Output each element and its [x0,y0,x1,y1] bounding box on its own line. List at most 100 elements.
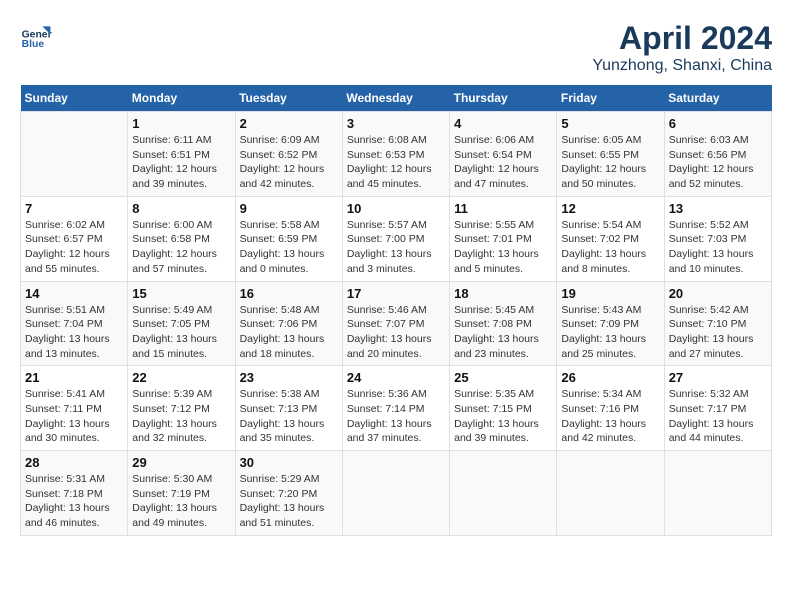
header-row: SundayMondayTuesdayWednesdayThursdayFrid… [21,85,772,112]
calendar-cell: 7 Sunrise: 6:02 AM Sunset: 6:57 PM Daylig… [21,196,128,281]
day-info: Sunrise: 5:38 AM Sunset: 7:13 PM Dayligh… [240,387,338,446]
calendar-cell: 24Sunrise: 5:36 AM Sunset: 7:14 PM Dayli… [342,366,449,451]
day-number: 5 [561,116,659,131]
day-info: Sunrise: 6:11 AM Sunset: 6:51 PM Dayligh… [132,133,230,192]
calendar-cell: 25 Sunrise: 5:35 AM Sunset: 7:15 PM Dayli… [450,366,557,451]
day-info: Sunrise: 5:42 AM Sunset: 7:10 PM Dayligh… [669,303,767,362]
day-number: 2 [240,116,338,131]
weekday-header: Tuesday [235,85,342,112]
calendar-row: 28 Sunrise: 5:31 AM Sunset: 7:18 PM Dayli… [21,451,772,536]
page-title: April 2024 [592,20,772,57]
calendar-cell: 9 Sunrise: 5:58 AM Sunset: 6:59 PM Daylig… [235,196,342,281]
calendar-cell: 18 Sunrise: 5:45 AM Sunset: 7:08 PM Dayli… [450,281,557,366]
day-info: Sunrise: 5:43 AM Sunset: 7:09 PM Dayligh… [561,303,659,362]
day-info: Sunrise: 5:34 AM Sunset: 7:16 PM Dayligh… [561,387,659,446]
day-info: Sunrise: 5:54 AM Sunset: 7:02 PM Dayligh… [561,218,659,277]
calendar-cell: 20 Sunrise: 5:42 AM Sunset: 7:10 PM Dayli… [664,281,771,366]
weekday-header: Thursday [450,85,557,112]
day-number: 4 [454,116,552,131]
calendar-cell [557,451,664,536]
day-number: 21 [25,370,123,385]
day-info: Sunrise: 5:49 AM Sunset: 7:05 PM Dayligh… [132,303,230,362]
weekday-header: Wednesday [342,85,449,112]
day-info: Sunrise: 6:09 AM Sunset: 6:52 PM Dayligh… [240,133,338,192]
day-number: 25 [454,370,552,385]
day-info: Sunrise: 5:32 AM Sunset: 7:17 PM Dayligh… [669,387,767,446]
day-info: Sunrise: 5:51 AM Sunset: 7:04 PM Dayligh… [25,303,123,362]
day-number: 18 [454,286,552,301]
day-number: 8 [132,201,230,216]
calendar-cell: 30 Sunrise: 5:29 AM Sunset: 7:20 PM Dayli… [235,451,342,536]
weekday-header: Saturday [664,85,771,112]
calendar-cell [664,451,771,536]
day-number: 17 [347,286,445,301]
calendar-cell: 21Sunrise: 5:41 AM Sunset: 7:11 PM Dayli… [21,366,128,451]
weekday-header: Monday [128,85,235,112]
day-info: Sunrise: 5:57 AM Sunset: 7:00 PM Dayligh… [347,218,445,277]
day-info: Sunrise: 5:48 AM Sunset: 7:06 PM Dayligh… [240,303,338,362]
day-number: 12 [561,201,659,216]
day-info: Sunrise: 5:52 AM Sunset: 7:03 PM Dayligh… [669,218,767,277]
day-info: Sunrise: 5:58 AM Sunset: 6:59 PM Dayligh… [240,218,338,277]
day-info: Sunrise: 5:46 AM Sunset: 7:07 PM Dayligh… [347,303,445,362]
day-info: Sunrise: 5:45 AM Sunset: 7:08 PM Dayligh… [454,303,552,362]
calendar-cell: 16 Sunrise: 5:48 AM Sunset: 7:06 PM Dayli… [235,281,342,366]
day-info: Sunrise: 6:05 AM Sunset: 6:55 PM Dayligh… [561,133,659,192]
day-number: 13 [669,201,767,216]
calendar-cell: 11 Sunrise: 5:55 AM Sunset: 7:01 PM Dayli… [450,196,557,281]
day-info: Sunrise: 6:06 AM Sunset: 6:54 PM Dayligh… [454,133,552,192]
calendar-cell: 28 Sunrise: 5:31 AM Sunset: 7:18 PM Dayli… [21,451,128,536]
day-info: Sunrise: 6:02 AM Sunset: 6:57 PM Dayligh… [25,218,123,277]
calendar-cell: 4 Sunrise: 6:06 AM Sunset: 6:54 PM Daylig… [450,112,557,197]
calendar-cell: 19Sunrise: 5:43 AM Sunset: 7:09 PM Dayli… [557,281,664,366]
day-info: Sunrise: 5:31 AM Sunset: 7:18 PM Dayligh… [25,472,123,531]
calendar-cell: 10Sunrise: 5:57 AM Sunset: 7:00 PM Dayli… [342,196,449,281]
logo: General Blue [20,20,52,52]
day-number: 16 [240,286,338,301]
calendar-row: 7 Sunrise: 6:02 AM Sunset: 6:57 PM Daylig… [21,196,772,281]
day-number: 26 [561,370,659,385]
day-info: Sunrise: 5:36 AM Sunset: 7:14 PM Dayligh… [347,387,445,446]
day-number: 30 [240,455,338,470]
day-info: Sunrise: 5:55 AM Sunset: 7:01 PM Dayligh… [454,218,552,277]
calendar-row: 1 Sunrise: 6:11 AM Sunset: 6:51 PM Daylig… [21,112,772,197]
calendar-cell: 17 Sunrise: 5:46 AM Sunset: 7:07 PM Dayli… [342,281,449,366]
day-info: Sunrise: 5:29 AM Sunset: 7:20 PM Dayligh… [240,472,338,531]
calendar-cell: 27 Sunrise: 5:32 AM Sunset: 7:17 PM Dayli… [664,366,771,451]
day-number: 6 [669,116,767,131]
calendar-row: 14 Sunrise: 5:51 AM Sunset: 7:04 PM Dayli… [21,281,772,366]
page-subtitle: Yunzhong, Shanxi, China [592,57,772,75]
day-number: 20 [669,286,767,301]
calendar-row: 21Sunrise: 5:41 AM Sunset: 7:11 PM Dayli… [21,366,772,451]
day-info: Sunrise: 5:35 AM Sunset: 7:15 PM Dayligh… [454,387,552,446]
page-header: General Blue April 2024 Yunzhong, Shanxi… [20,20,772,75]
calendar-cell: 26 Sunrise: 5:34 AM Sunset: 7:16 PM Dayli… [557,366,664,451]
calendar-cell: 1 Sunrise: 6:11 AM Sunset: 6:51 PM Daylig… [128,112,235,197]
day-number: 1 [132,116,230,131]
day-number: 22 [132,370,230,385]
day-number: 7 [25,201,123,216]
day-number: 9 [240,201,338,216]
day-info: Sunrise: 6:08 AM Sunset: 6:53 PM Dayligh… [347,133,445,192]
calendar-cell: 22Sunrise: 5:39 AM Sunset: 7:12 PM Dayli… [128,366,235,451]
calendar-cell: 15 Sunrise: 5:49 AM Sunset: 7:05 PM Dayli… [128,281,235,366]
day-number: 3 [347,116,445,131]
calendar-cell [21,112,128,197]
day-number: 23 [240,370,338,385]
svg-text:Blue: Blue [22,39,45,50]
day-info: Sunrise: 6:03 AM Sunset: 6:56 PM Dayligh… [669,133,767,192]
calendar-cell: 29Sunrise: 5:30 AM Sunset: 7:19 PM Dayli… [128,451,235,536]
day-number: 15 [132,286,230,301]
calendar-cell [342,451,449,536]
weekday-header: Sunday [21,85,128,112]
calendar-cell: 13 Sunrise: 5:52 AM Sunset: 7:03 PM Dayli… [664,196,771,281]
calendar-cell: 2 Sunrise: 6:09 AM Sunset: 6:52 PM Daylig… [235,112,342,197]
calendar-cell: 23 Sunrise: 5:38 AM Sunset: 7:13 PM Dayli… [235,366,342,451]
calendar-cell: 5 Sunrise: 6:05 AM Sunset: 6:55 PM Daylig… [557,112,664,197]
day-number: 14 [25,286,123,301]
day-number: 27 [669,370,767,385]
title-block: April 2024 Yunzhong, Shanxi, China [592,20,772,75]
day-number: 28 [25,455,123,470]
calendar-cell: 14 Sunrise: 5:51 AM Sunset: 7:04 PM Dayli… [21,281,128,366]
day-number: 11 [454,201,552,216]
